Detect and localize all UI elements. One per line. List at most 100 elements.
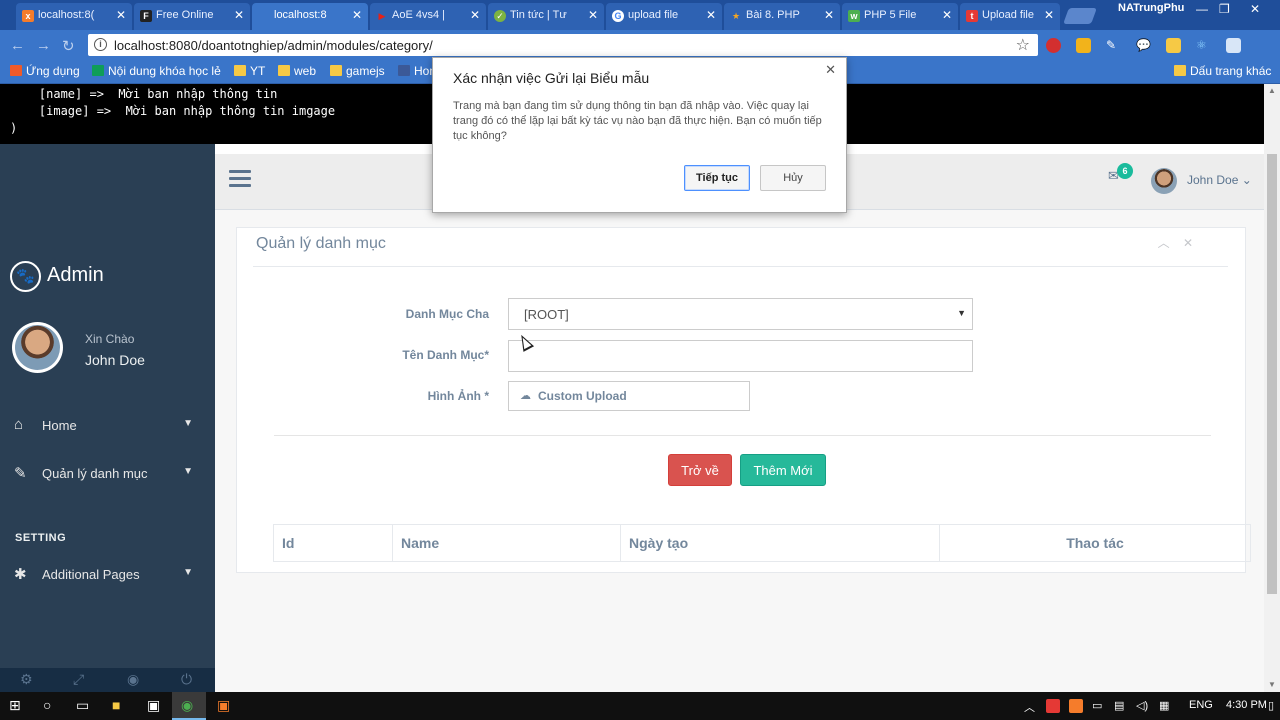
chat-extension-icon[interactable]: 💬 bbox=[1136, 38, 1151, 53]
fullscreen-icon[interactable]: ⤢ bbox=[73, 671, 84, 688]
page-icon bbox=[258, 10, 270, 22]
close-icon[interactable]: ✕ bbox=[824, 8, 834, 22]
bookmark-folder[interactable]: YT bbox=[234, 64, 265, 78]
terminal-icon[interactable]: ▣ bbox=[147, 697, 160, 714]
browser-tab[interactable]: t Upload file ✕ bbox=[960, 3, 1060, 30]
network-icon[interactable]: ▤ bbox=[1114, 699, 1124, 712]
facebook-icon bbox=[398, 65, 410, 76]
close-icon[interactable]: ✕ bbox=[470, 8, 480, 22]
opera-extension-icon[interactable] bbox=[1046, 38, 1061, 53]
browser-tab[interactable]: x localhost:8( ✕ bbox=[16, 3, 132, 30]
clock[interactable]: 4:30 PM bbox=[1226, 699, 1267, 711]
close-icon[interactable]: ✕ bbox=[1044, 8, 1054, 22]
tab-label: AoE 4vs4 | bbox=[392, 9, 445, 21]
close-icon[interactable]: ✕ bbox=[942, 8, 952, 22]
menu-extension-icon[interactable] bbox=[1226, 38, 1241, 53]
image-upload-button[interactable]: ☁ Custom Upload bbox=[508, 381, 750, 411]
tab-label: Upload file bbox=[982, 9, 1034, 21]
back-button[interactable]: Trở về bbox=[668, 454, 732, 486]
close-icon[interactable]: ✕ bbox=[588, 8, 598, 22]
chrome-icon[interactable]: ◉ bbox=[181, 697, 193, 714]
close-icon[interactable]: ✕ bbox=[116, 8, 126, 22]
browser-tab[interactable]: F Free Online ✕ bbox=[134, 3, 250, 30]
welcome-text: Xin Chào bbox=[85, 332, 135, 346]
sidebar-item-category[interactable]: ✎ Quản lý danh mục ▼ bbox=[0, 464, 215, 488]
keyboard-icon[interactable]: ▦ bbox=[1159, 699, 1169, 712]
news-icon: ✓ bbox=[494, 10, 506, 22]
vivaldi-tray-icon[interactable] bbox=[1046, 699, 1060, 713]
windows-taskbar: ⊞ ○ ▭ ■ ▣ ◉ ▣ ︿ ▭ ▤ ◁) ▦ ENG 4:30 PM ▯ bbox=[0, 692, 1280, 720]
table-header-actions: Thao tác bbox=[1066, 535, 1124, 551]
continue-button[interactable]: Tiếp tục bbox=[684, 165, 750, 191]
category-name-label: Tên Danh Mục* bbox=[402, 348, 489, 362]
scroll-up-icon[interactable]: ▲ bbox=[1268, 86, 1276, 95]
parent-category-select[interactable]: [ROOT] ▼ bbox=[508, 298, 973, 330]
windows-start-icon[interactable]: ⊞ bbox=[9, 697, 21, 714]
paw-icon: 🐾 bbox=[10, 261, 41, 292]
react-extension-icon[interactable]: ⚛ bbox=[1196, 38, 1211, 53]
xampp-tray-icon[interactable] bbox=[1069, 699, 1083, 713]
dialog-message: Trang mà bạn đang tìm sử dụng thông tin … bbox=[453, 100, 822, 142]
close-icon[interactable]: ✕ bbox=[234, 8, 244, 22]
category-name-input[interactable] bbox=[508, 340, 973, 372]
restore-icon[interactable]: ❐ bbox=[1219, 2, 1230, 16]
browser-tab[interactable]: ▶ AoE 4vs4 | ✕ bbox=[370, 3, 486, 30]
collapse-icon[interactable]: ︿ bbox=[1158, 236, 1170, 250]
browser-tab[interactable]: ✓ Tin tức | Tư ✕ bbox=[488, 3, 604, 30]
close-icon[interactable]: ✕ bbox=[352, 8, 362, 22]
forward-icon[interactable]: → bbox=[36, 37, 51, 54]
task-view-icon[interactable]: ▭ bbox=[76, 697, 89, 714]
caret-down-icon: ▼ bbox=[957, 308, 966, 318]
notification-icon[interactable]: ▯ bbox=[1268, 699, 1274, 712]
browser-tab-active[interactable]: localhost:8 ✕ bbox=[252, 3, 368, 30]
bookmark-item[interactable]: Nội dung khóa học lẻ bbox=[92, 64, 221, 78]
cancel-button[interactable]: Hủy bbox=[760, 165, 826, 191]
info-icon[interactable]: i bbox=[94, 38, 107, 51]
power-icon[interactable]: ⏻ bbox=[181, 671, 192, 688]
table-header-id: Id bbox=[274, 525, 393, 561]
menu-toggle-icon[interactable] bbox=[229, 170, 251, 190]
file-explorer-icon[interactable]: ■ bbox=[112, 697, 120, 713]
browser-tab[interactable]: w PHP 5 File ✕ bbox=[842, 3, 958, 30]
scroll-down-icon[interactable]: ▼ bbox=[1268, 680, 1276, 689]
sublime-icon[interactable]: ▣ bbox=[217, 697, 230, 714]
close-icon[interactable]: ✕ bbox=[1183, 236, 1193, 250]
sidebar-item-home[interactable]: ⌂ Home ▼ bbox=[0, 416, 215, 440]
chevron-up-icon[interactable]: ︿ bbox=[1024, 699, 1035, 715]
w3schools-icon: w bbox=[848, 10, 860, 22]
scrollbar-thumb[interactable] bbox=[1267, 154, 1277, 594]
url-input[interactable]: i localhost:8080/doantotnghiep/admin/mod… bbox=[88, 34, 1038, 56]
bookmark-apps[interactable]: Ứng dụng bbox=[10, 64, 80, 78]
browser-tab[interactable]: ★ Bài 8. PHP ✕ bbox=[724, 3, 840, 30]
language-indicator[interactable]: ENG bbox=[1189, 699, 1213, 711]
profile-name[interactable]: NATrungPhu bbox=[1118, 2, 1184, 14]
new-tab-button[interactable] bbox=[1063, 8, 1097, 24]
close-icon[interactable]: ✕ bbox=[706, 8, 716, 22]
pen-extension-icon[interactable]: ✎ bbox=[1106, 38, 1121, 53]
user-avatar[interactable] bbox=[1151, 168, 1177, 194]
bookmark-other[interactable]: Dấu trang khác bbox=[1174, 64, 1271, 78]
add-new-button[interactable]: Thêm Mới bbox=[740, 454, 826, 486]
reload-icon[interactable]: ↻ bbox=[62, 37, 75, 55]
battery-icon[interactable]: ▭ bbox=[1092, 699, 1102, 712]
back-icon[interactable]: ← bbox=[10, 37, 25, 54]
bookmark-folder[interactable]: web bbox=[278, 64, 316, 78]
minimize-icon[interactable]: — bbox=[1196, 2, 1208, 16]
close-icon[interactable]: ✕ bbox=[825, 62, 836, 78]
volume-icon[interactable]: ◁) bbox=[1136, 699, 1148, 712]
extension-icon[interactable] bbox=[1076, 38, 1091, 53]
sidebar-item-additional-pages[interactable]: ✱ Additional Pages ▼ bbox=[0, 565, 215, 589]
close-window-icon[interactable]: ✕ bbox=[1250, 2, 1260, 16]
bookmark-folder[interactable]: gamejs bbox=[330, 64, 385, 78]
bookmark-item[interactable]: Hon bbox=[398, 64, 436, 78]
tab-label: localhost:8 bbox=[274, 9, 327, 21]
note-extension-icon[interactable] bbox=[1166, 38, 1181, 53]
bookmark-star-icon[interactable]: ☆ bbox=[1016, 35, 1030, 55]
settings-icon[interactable]: ⚙ bbox=[20, 671, 33, 688]
browser-tab[interactable]: G upload file ✕ bbox=[606, 3, 722, 30]
eye-slash-icon[interactable]: ◉ bbox=[127, 671, 139, 688]
address-bar-row: ← → ↻ i localhost:8080/doantotnghiep/adm… bbox=[0, 30, 1280, 60]
page-scrollbar[interactable]: ▲ ▼ bbox=[1264, 84, 1280, 692]
user-menu[interactable]: John Doe ⌄ bbox=[1187, 173, 1252, 187]
search-icon[interactable]: ○ bbox=[43, 697, 51, 713]
